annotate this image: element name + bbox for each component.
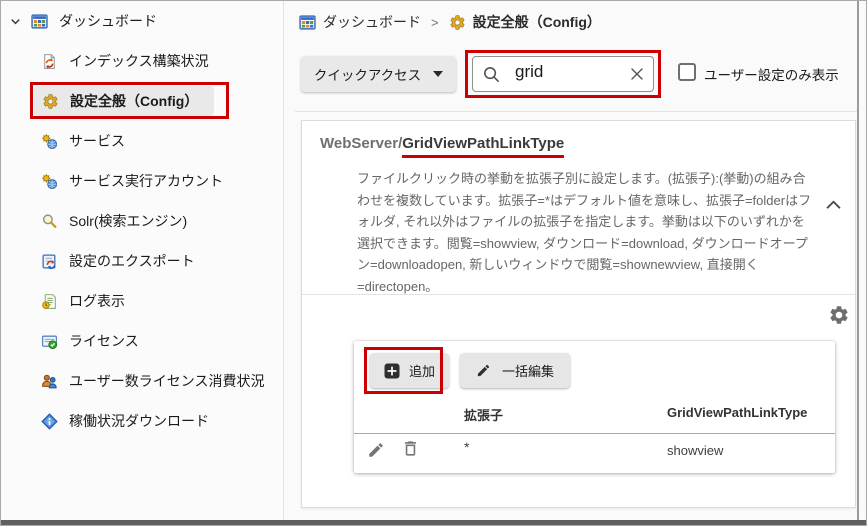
- dashboard-icon: [299, 14, 316, 31]
- sidebar-item-license[interactable]: ライセンス: [1, 321, 283, 361]
- sidebar-selected-pill: 設定全般（Config）: [34, 86, 214, 116]
- delete-row-trash-icon[interactable]: [401, 439, 420, 458]
- license-icon: [41, 333, 58, 350]
- cell-value: showview: [667, 443, 723, 458]
- config-card: WebServer/GridViewPathLinkType ファイルクリック時…: [301, 120, 856, 508]
- window-right-edge: [857, 1, 859, 520]
- search-input[interactable]: grid: [472, 56, 654, 92]
- service-account-icon: [41, 173, 58, 190]
- quick-access-button[interactable]: クイックアクセス: [301, 56, 456, 92]
- sidebar-item-label: ログ表示: [69, 291, 125, 311]
- sidebar-item-label: ダッシュボード: [59, 11, 157, 31]
- breadcrumb-label: 設定全般（Config）: [473, 12, 601, 32]
- bulk-edit-button[interactable]: 一括編集: [460, 353, 570, 388]
- app-window: ダッシュボード インデックス構築状況 設定全般（Config） サービス: [0, 0, 867, 526]
- sidebar-item-log[interactable]: ログ表示: [1, 281, 283, 321]
- quick-access-label: クイックアクセス: [314, 64, 421, 84]
- sidebar-item-label: 設定全般（Config）: [70, 91, 198, 111]
- sidebar-item-label: サービス: [69, 131, 125, 151]
- chevron-down-icon[interactable]: [9, 15, 22, 28]
- sidebar-item-status-download[interactable]: 稼働状況ダウンロード: [1, 401, 283, 441]
- sidebar-item-label: インデックス構築状況: [69, 51, 209, 71]
- sidebar-item-user-license[interactable]: ユーザー数ライセンス消費状況: [1, 361, 283, 401]
- breadcrumb-separator: >: [429, 15, 441, 30]
- add-button[interactable]: 追加: [370, 353, 449, 388]
- export-icon: [41, 253, 58, 270]
- window-bottom-bar: [1, 520, 866, 525]
- breadcrumb-dashboard[interactable]: ダッシュボード: [299, 12, 421, 32]
- setting-key-annotated: GridViewPathLinkType: [402, 135, 564, 158]
- edit-row-pencil-icon[interactable]: [367, 441, 385, 459]
- sidebar-item-service[interactable]: サービス: [1, 121, 283, 161]
- sidebar-item-label: サービス実行アカウント: [69, 171, 223, 191]
- sidebar-item-export[interactable]: 設定のエクスポート: [1, 241, 283, 281]
- collapse-chevron-up-icon[interactable]: [823, 197, 844, 212]
- sidebar-item-index-build[interactable]: インデックス構築状況: [1, 41, 283, 81]
- setting-description: ファイルクリック時の挙動を拡張子別に設定します。(拡張子):(挙動)の組み合わせ…: [357, 168, 815, 297]
- sidebar-item-solr[interactable]: Solr(検索エンジン): [1, 201, 283, 241]
- table-header-divider: [354, 433, 835, 434]
- value-list-panel: 追加 一括編集 拡張子 GridViewPathLinkType: [354, 341, 835, 473]
- users-license-icon: [41, 373, 58, 390]
- main-content: ダッシュボード > 設定全般（Config） クイックアクセス grid: [285, 1, 866, 520]
- config-gear-icon: [42, 93, 59, 110]
- search-value: grid: [515, 62, 543, 82]
- user-settings-only-label[interactable]: ユーザー設定のみ表示: [704, 64, 839, 84]
- toolbar-divider: [295, 111, 858, 112]
- solr-search-icon: [41, 213, 58, 230]
- sidebar-item-label: 稼働状況ダウンロード: [69, 411, 209, 431]
- plus-square-icon: [384, 363, 400, 379]
- cell-extension: *: [464, 439, 469, 455]
- sidebar: ダッシュボード インデックス構築状況 設定全般（Config） サービス: [1, 1, 284, 520]
- search-icon: [482, 65, 501, 84]
- settings-gear-icon[interactable]: [828, 304, 850, 326]
- sidebar-item-label: 設定のエクスポート: [69, 251, 195, 271]
- breadcrumb-label: ダッシュボード: [323, 12, 421, 32]
- sidebar-item-label: ユーザー数ライセンス消費状況: [69, 371, 264, 391]
- breadcrumb: ダッシュボード > 設定全般（Config）: [299, 11, 601, 33]
- pencil-icon: [476, 363, 491, 378]
- service-icon: [41, 133, 58, 150]
- column-header-extension: 拡張子: [464, 405, 503, 424]
- breadcrumb-config[interactable]: 設定全般（Config）: [449, 12, 601, 32]
- sidebar-item-dashboard[interactable]: ダッシュボード: [1, 1, 283, 41]
- column-header-gridviewpathlinktype: GridViewPathLinkType: [667, 405, 807, 420]
- dropdown-arrow-icon: [433, 71, 443, 77]
- status-download-icon: [41, 413, 58, 430]
- dashboard-icon: [31, 13, 48, 30]
- config-gear-icon: [449, 14, 466, 31]
- user-settings-only-checkbox[interactable]: [678, 63, 696, 81]
- add-button-label: 追加: [409, 361, 435, 380]
- config-setting-title: WebServer/GridViewPathLinkType: [320, 133, 564, 155]
- sidebar-item-config[interactable]: 設定全般（Config）: [1, 81, 283, 121]
- sidebar-item-service-account[interactable]: サービス実行アカウント: [1, 161, 283, 201]
- sidebar-item-label: Solr(検索エンジン): [69, 211, 187, 231]
- log-icon: [41, 293, 58, 310]
- clear-search-icon[interactable]: [629, 66, 645, 82]
- bulk-edit-button-label: 一括編集: [502, 361, 554, 380]
- index-build-icon: [41, 53, 58, 70]
- card-divider: [302, 294, 855, 295]
- setting-path-prefix: WebServer/: [320, 135, 402, 152]
- sidebar-item-label: ライセンス: [69, 331, 139, 351]
